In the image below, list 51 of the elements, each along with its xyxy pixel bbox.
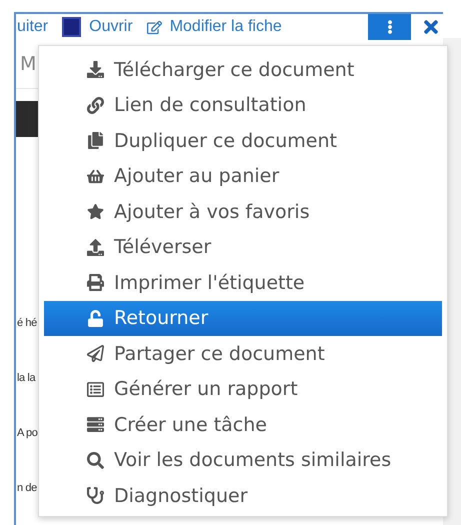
tab-label[interactable]: M: [20, 53, 36, 75]
basket-icon: [86, 168, 105, 185]
menu-item-label: Dupliquer ce document: [114, 130, 337, 152]
printer-icon: [86, 274, 105, 292]
more-button[interactable]: [368, 14, 411, 40]
menu-item[interactable]: Retourner: [44, 300, 442, 336]
toolbar-link[interactable]: uiter: [17, 17, 48, 37]
menu-item[interactable]: Téléverser: [44, 230, 442, 265]
menu-item-label: Diagnostiquer: [114, 484, 248, 507]
body-text: la la: [17, 372, 36, 384]
menu-item[interactable]: Créer une tâche: [44, 407, 442, 442]
toolbar-link[interactable]: Modifier la fiche: [170, 17, 282, 37]
menu-item[interactable]: Ajouter à vos favoris: [44, 194, 442, 230]
menu-item-label: Ajouter au panier: [114, 165, 280, 188]
body-text: n de: [17, 482, 37, 494]
menu-item-label: Retourner: [114, 307, 208, 330]
document-icon[interactable]: [62, 17, 82, 37]
link-icon: [86, 96, 105, 114]
menu-item[interactable]: Dupliquer ce document: [44, 123, 442, 158]
upload-icon: [86, 238, 105, 256]
paper-plane-icon: [86, 345, 105, 362]
menu-item-label: Imprimer l'étiquette: [114, 272, 305, 294]
toolbar-link[interactable]: Ouvrir: [89, 17, 133, 37]
menu-item[interactable]: Générer un rapport: [44, 372, 442, 407]
menu-item-label: Lien de consultation: [114, 94, 306, 116]
menu-item[interactable]: Ajouter au panier: [44, 158, 442, 194]
menu-item-label: Créer une tâche: [114, 414, 267, 436]
menu-item[interactable]: Imprimer l'étiquette: [44, 265, 442, 300]
stethoscope-icon: [86, 487, 105, 504]
copy-icon: [86, 132, 105, 150]
menu-item-label: Téléverser: [114, 236, 212, 258]
menu-item[interactable]: Lien de consultation: [44, 88, 442, 123]
body-text: é hé: [17, 317, 37, 329]
menu-item[interactable]: Diagnostiquer: [44, 478, 442, 514]
list-icon: [86, 380, 105, 398]
menu-item-label: Télécharger ce document: [114, 58, 354, 81]
menu-item[interactable]: Voir les documents similaires: [44, 442, 442, 478]
menu-item-label: Partager ce document: [114, 342, 325, 365]
menu-item-label: Générer un rapport: [114, 378, 298, 400]
body-text: A po: [17, 427, 38, 439]
menu-item-label: Voir les documents similaires: [114, 449, 392, 472]
download-icon: [86, 61, 105, 78]
menu-item[interactable]: Télécharger ce document: [44, 52, 442, 88]
menu-item[interactable]: Partager ce document: [44, 336, 442, 372]
menu-item-label: Ajouter à vos favoris: [114, 200, 310, 223]
unlock-icon: [86, 310, 105, 327]
close-icon: [421, 17, 441, 37]
edit-icon[interactable]: [146, 20, 162, 34]
stacked-bars-icon: [86, 416, 105, 434]
search-icon: [86, 452, 105, 469]
star-icon: [86, 203, 105, 220]
